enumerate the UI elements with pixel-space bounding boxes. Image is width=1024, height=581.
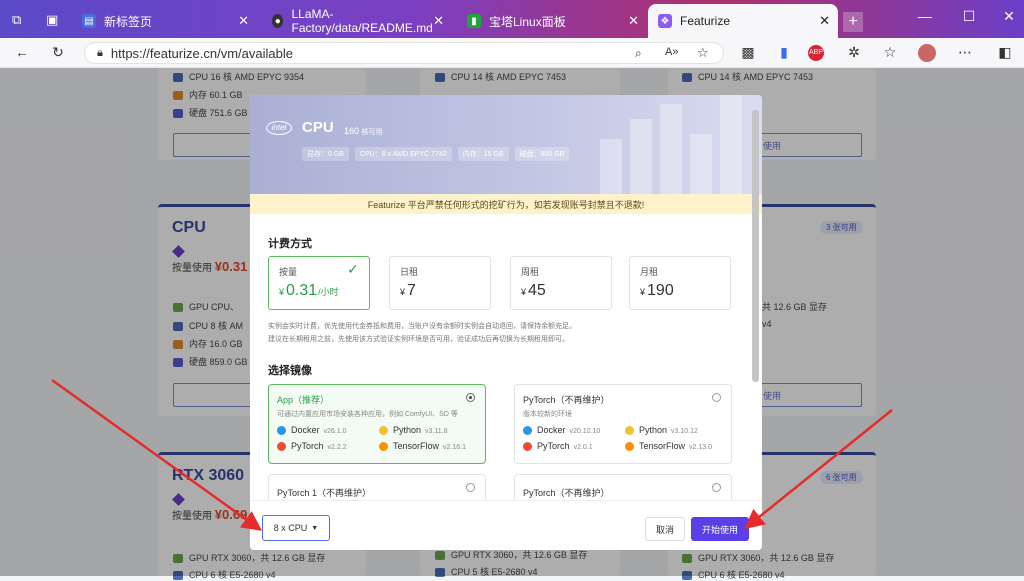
dialog-scrollbar[interactable] bbox=[752, 110, 759, 382]
caret-down-icon: ▼ bbox=[311, 524, 319, 532]
spec-chips: 显存：0 GB CPU：8 x AMD EPYC 7742 内存：15 GB 磁… bbox=[302, 147, 570, 161]
close-icon[interactable]: ✕ bbox=[628, 13, 639, 29]
radio-unselected[interactable] bbox=[712, 393, 721, 402]
image-option-pytorch[interactable]: PyTorch（不再维护） 版本较新的环境 Docker v20.10.10 Py… bbox=[514, 384, 732, 464]
tab-strip: ⧉ ▣ ▤ 新标签页 ✕ ● LLaMA-Factory/data/README… bbox=[0, 0, 1024, 38]
cancel-button[interactable]: 取消 bbox=[645, 517, 685, 541]
back-icon[interactable]: ← bbox=[12, 44, 32, 60]
close-icon[interactable]: ✕ bbox=[819, 13, 830, 29]
start-button[interactable]: 开始使用 bbox=[691, 517, 749, 541]
window-close-icon[interactable]: ✕ bbox=[994, 8, 1024, 25]
favorites-icon[interactable]: ☆ bbox=[880, 44, 900, 61]
refresh-icon[interactable]: ↻ bbox=[48, 44, 68, 61]
address-bar[interactable]: 🔒︎ https://featurize.cn/vm/available ⌕ A… bbox=[84, 42, 724, 64]
radio-unselected[interactable] bbox=[712, 483, 721, 492]
tab-new[interactable]: ▤ 新标签页 ✕ bbox=[72, 4, 257, 38]
billing-option-daily[interactable]: 日租 ¥7 bbox=[389, 256, 491, 310]
maximize-icon[interactable]: ☐ bbox=[954, 8, 984, 25]
pytorch-icon bbox=[277, 442, 286, 452]
baota-icon: ▮ bbox=[467, 14, 481, 28]
lock-icon: 🔒︎ bbox=[97, 46, 103, 59]
close-icon[interactable]: ✕ bbox=[238, 13, 249, 29]
check-icon: ✓ bbox=[347, 261, 359, 277]
cpu-count-select[interactable]: 8 x CPU ▼ bbox=[262, 515, 330, 541]
billing-option-weekly[interactable]: 周租 ¥45 bbox=[510, 256, 612, 310]
image-option-app[interactable]: App（推荐） 可通过内置应用市场安装各种应用，例如 ComfyUI、SD 等 … bbox=[268, 384, 486, 464]
billing-note: 实例会实时计费，优先使用代金券抵和费用，当账户没有余额时实例会自动退回，请保持余… bbox=[268, 323, 576, 330]
tensorflow-icon bbox=[379, 442, 388, 452]
radio-selected[interactable] bbox=[466, 393, 475, 402]
extension-icon[interactable]: ▩ bbox=[738, 44, 758, 61]
billing-title: 计费方式 bbox=[268, 238, 312, 250]
puzzle-icon[interactable]: ✲ bbox=[844, 44, 864, 61]
featurize-icon: ❖ bbox=[658, 14, 672, 28]
tab-baota[interactable]: ▮ 宝塔Linux面板 ✕ bbox=[457, 4, 647, 38]
rent-dialog: intel CPU 160 核可用 显存：0 GB CPU：8 x AMD EP… bbox=[250, 95, 762, 550]
mining-warning: Featurize 平台严禁任何形式的挖矿行为，如若发现账号封禁且不退款! bbox=[250, 194, 762, 214]
read-aloud-icon[interactable]: A» bbox=[665, 46, 678, 58]
favorite-star-icon[interactable]: ☆ bbox=[697, 45, 709, 61]
docker-icon bbox=[523, 426, 532, 436]
pytorch-icon bbox=[523, 442, 532, 452]
billing-note: 建议在长期租用之前，先使用该方式验证实例环境是否可用，验证成功后再切换为长期租用… bbox=[268, 336, 569, 343]
tensorflow-icon bbox=[625, 442, 634, 452]
dialog-footer: 8 x CPU ▼ 取消 开始使用 bbox=[250, 500, 762, 550]
image-title: 选择镜像 bbox=[268, 365, 312, 377]
docker-icon bbox=[277, 426, 286, 436]
new-tab-icon: ▤ bbox=[82, 14, 96, 28]
new-tab-button[interactable]: + bbox=[843, 12, 863, 32]
tab-github[interactable]: ● LLaMA-Factory/data/README.md ✕ bbox=[262, 4, 452, 38]
billing-option-hourly[interactable]: 按量 ✓ ¥0.31/小时 bbox=[268, 256, 370, 310]
workspaces-icon[interactable]: ⧉ bbox=[12, 12, 21, 28]
dialog-header: intel CPU 160 核可用 显存：0 GB CPU：8 x AMD EP… bbox=[250, 95, 762, 194]
tab-featurize[interactable]: ❖ Featurize ✕ bbox=[648, 4, 838, 38]
python-icon bbox=[625, 426, 634, 436]
adblock-icon[interactable]: ABP bbox=[808, 45, 824, 61]
dialog-title: CPU bbox=[302, 119, 334, 136]
zoom-icon[interactable]: ⌕ bbox=[635, 46, 642, 61]
github-icon: ● bbox=[272, 14, 284, 28]
bookmark-ext-icon[interactable]: ▮ bbox=[774, 44, 794, 61]
tab-actions-icon[interactable]: ▣ bbox=[46, 12, 58, 28]
avatar[interactable] bbox=[918, 44, 936, 62]
cores-available: 160 核可用 bbox=[344, 126, 383, 136]
billing-option-monthly[interactable]: 月租 ¥190 bbox=[629, 256, 731, 310]
more-icon[interactable]: ⋯ bbox=[955, 44, 975, 61]
minimize-icon[interactable]: — bbox=[910, 8, 940, 24]
sidebar-icon[interactable]: ◧ bbox=[995, 44, 1015, 61]
radio-unselected[interactable] bbox=[466, 483, 475, 492]
address-toolbar: ← ↻ 🔒︎ https://featurize.cn/vm/available… bbox=[0, 38, 1024, 68]
close-icon[interactable]: ✕ bbox=[433, 13, 444, 29]
python-icon bbox=[379, 426, 388, 436]
intel-logo-icon: intel bbox=[266, 121, 292, 135]
